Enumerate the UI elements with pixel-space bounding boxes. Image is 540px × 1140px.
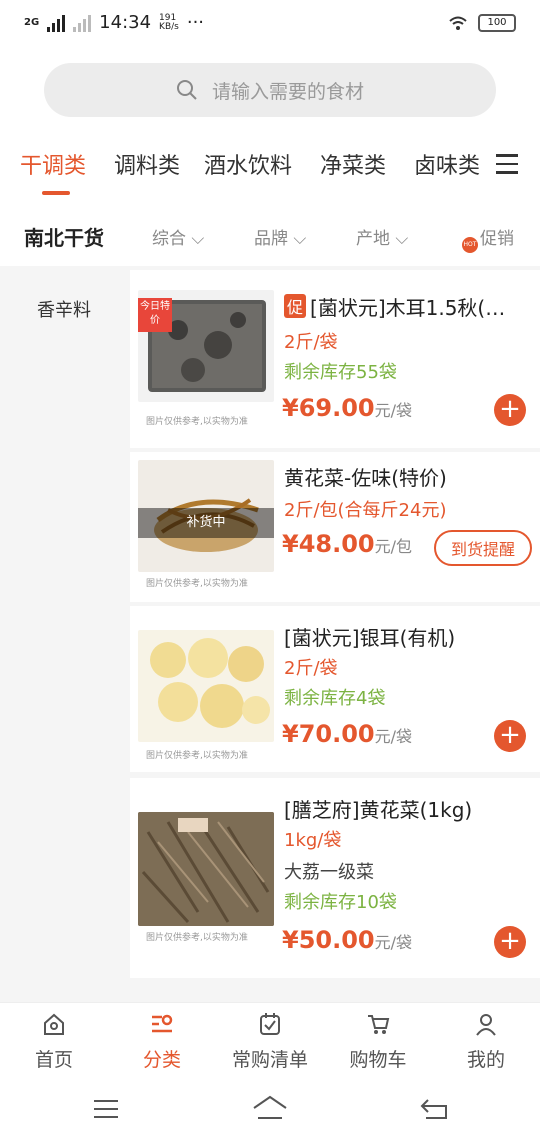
image-disclaimer: 图片仅供参考,以实物为准 bbox=[146, 751, 248, 761]
tab-cart[interactable]: 购物车 bbox=[324, 1009, 432, 1072]
product-title: [菌状元]银耳(有机) bbox=[284, 626, 456, 650]
product-price: ¥70.00元/袋 bbox=[282, 720, 413, 748]
chevron-down-icon: ⌵ bbox=[395, 229, 409, 249]
category-tab-braised[interactable]: 卤味类 bbox=[414, 148, 480, 180]
sidebar: 香辛料 bbox=[0, 266, 128, 1002]
today-special-badge: 今日特价 bbox=[138, 298, 172, 332]
product-photo-daylily-bag bbox=[138, 812, 274, 926]
product-title: 促 [菌状元]木耳1.5秋(… bbox=[284, 292, 505, 321]
signal-icon bbox=[47, 14, 66, 32]
search-icon bbox=[176, 80, 197, 100]
product-photo-white-fungus bbox=[150, 638, 270, 728]
tab-category[interactable]: 分类 bbox=[108, 1009, 216, 1072]
add-to-cart-button[interactable]: + bbox=[494, 926, 526, 958]
signal-2-icon bbox=[73, 14, 92, 32]
category-tabs: 干调类 调料类 酒水饮料 净菜类 卤味类 bbox=[0, 142, 540, 202]
product-list[interactable]: 今日特价 图片仅供参考,以实物为准 促 [菌状元]木耳1.5秋(… 2斤/袋 剩余… bbox=[128, 266, 540, 1002]
product-spec: 2斤/包(合每斤24元) bbox=[284, 500, 447, 521]
filter-promo[interactable]: HOT 促销 bbox=[462, 224, 514, 253]
product-image bbox=[138, 812, 274, 926]
add-to-cart-button[interactable]: + bbox=[494, 720, 526, 752]
filter-origin[interactable]: 产地 ⌵ bbox=[356, 224, 408, 249]
image-disclaimer: 图片仅供参考,以实物为准 bbox=[146, 579, 248, 589]
hot-icon: HOT bbox=[462, 237, 478, 253]
search-bar[interactable]: 请输入需要的食材 bbox=[44, 63, 496, 117]
tab-profile[interactable]: 我的 bbox=[432, 1009, 540, 1072]
product-stock: 剩余库存10袋 bbox=[284, 892, 397, 913]
promo-badge: 促 bbox=[284, 294, 307, 318]
status-left: 2G 14:34 191 KB/s ··· bbox=[24, 12, 204, 33]
user-icon bbox=[476, 1014, 496, 1036]
active-tab-indicator bbox=[42, 191, 70, 195]
product-card[interactable]: 图片仅供参考,以实物为准 [膳芝府]黄花菜(1kg) 1kg/袋 大荔一级菜 剩… bbox=[130, 778, 540, 978]
more-dots: ··· bbox=[186, 12, 205, 33]
status-bar: 2G 14:34 191 KB/s ··· 100 bbox=[0, 0, 540, 48]
cart-icon bbox=[368, 1015, 390, 1034]
checklist-icon bbox=[260, 1013, 280, 1035]
category-tab-prepared-veg[interactable]: 净菜类 bbox=[320, 148, 386, 180]
sidebar-item-spices[interactable]: 香辛料 bbox=[0, 296, 128, 322]
image-disclaimer: 图片仅供参考,以实物为准 bbox=[146, 417, 248, 427]
category-tab-drinks[interactable]: 酒水饮料 bbox=[204, 148, 292, 180]
image-disclaimer: 图片仅供参考,以实物为准 bbox=[146, 933, 248, 943]
bottom-tab-bar: 首页 分类 常购清单 购物车 我的 bbox=[0, 1002, 540, 1083]
tab-home[interactable]: 首页 bbox=[0, 1009, 108, 1072]
tab-frequent-list[interactable]: 常购清单 bbox=[216, 1009, 324, 1072]
menu-nav-icon[interactable] bbox=[92, 1098, 120, 1120]
search-placeholder: 请输入需要的食材 bbox=[211, 80, 364, 103]
restocking-overlay: 补货中 bbox=[138, 508, 274, 538]
product-grade-note: 大荔一级菜 bbox=[284, 862, 374, 883]
product-stock: 剩余库存55袋 bbox=[284, 362, 397, 383]
product-spec: 1kg/袋 bbox=[284, 830, 342, 851]
wifi-icon bbox=[449, 16, 467, 30]
product-card[interactable]: 补货中 图片仅供参考,以实物为准 黄花菜-佐味(特价) 2斤/包(合每斤24元)… bbox=[130, 452, 540, 602]
status-right: 100 bbox=[448, 14, 516, 32]
home-icon bbox=[44, 1013, 64, 1035]
system-navigation-bar bbox=[0, 1084, 540, 1140]
product-price: ¥48.00元/包 bbox=[282, 530, 413, 558]
filter-bar: 南北干货 综合 ⌵ 品牌 ⌵ 产地 ⌵ HOT 促销 bbox=[0, 210, 540, 262]
battery-icon: 100 bbox=[478, 14, 516, 32]
product-price: ¥50.00元/袋 bbox=[282, 926, 413, 954]
product-image bbox=[138, 630, 274, 742]
product-card[interactable]: 图片仅供参考,以实物为准 [菌状元]银耳(有机) 2斤/袋 剩余库存4袋 ¥70… bbox=[130, 606, 540, 772]
clock: 14:34 bbox=[99, 12, 152, 33]
chevron-down-icon: ⌵ bbox=[293, 229, 307, 249]
home-nav-icon[interactable] bbox=[252, 1094, 288, 1122]
back-nav-icon[interactable] bbox=[420, 1096, 448, 1120]
category-tab-seasoning[interactable]: 调料类 bbox=[114, 148, 180, 180]
product-title: [膳芝府]黄花菜(1kg) bbox=[284, 798, 473, 822]
menu-icon[interactable] bbox=[496, 154, 518, 180]
product-title: 黄花菜-佐味(特价) bbox=[284, 466, 447, 490]
category-tab-dried[interactable]: 干调类 bbox=[20, 148, 86, 180]
product-price: ¥69.00元/袋 bbox=[282, 394, 413, 422]
category-search-icon bbox=[152, 1014, 173, 1033]
sort-comprehensive[interactable]: 综合 ⌵ bbox=[152, 224, 204, 249]
chevron-down-icon: ⌵ bbox=[191, 229, 205, 249]
network-type: 2G bbox=[24, 17, 40, 28]
notify-on-arrival-button[interactable]: 到货提醒 bbox=[434, 530, 532, 566]
product-card[interactable]: 今日特价 图片仅供参考,以实物为准 促 [菌状元]木耳1.5秋(… 2斤/袋 剩余… bbox=[130, 270, 540, 448]
add-to-cart-button[interactable]: + bbox=[494, 394, 526, 426]
filter-brand[interactable]: 品牌 ⌵ bbox=[254, 224, 306, 249]
product-spec: 2斤/袋 bbox=[284, 658, 338, 679]
subcategory-title: 南北干货 bbox=[24, 226, 104, 250]
product-spec: 2斤/袋 bbox=[284, 332, 338, 353]
product-stock: 剩余库存4袋 bbox=[284, 688, 386, 709]
net-speed: 191 KB/s bbox=[159, 12, 179, 32]
